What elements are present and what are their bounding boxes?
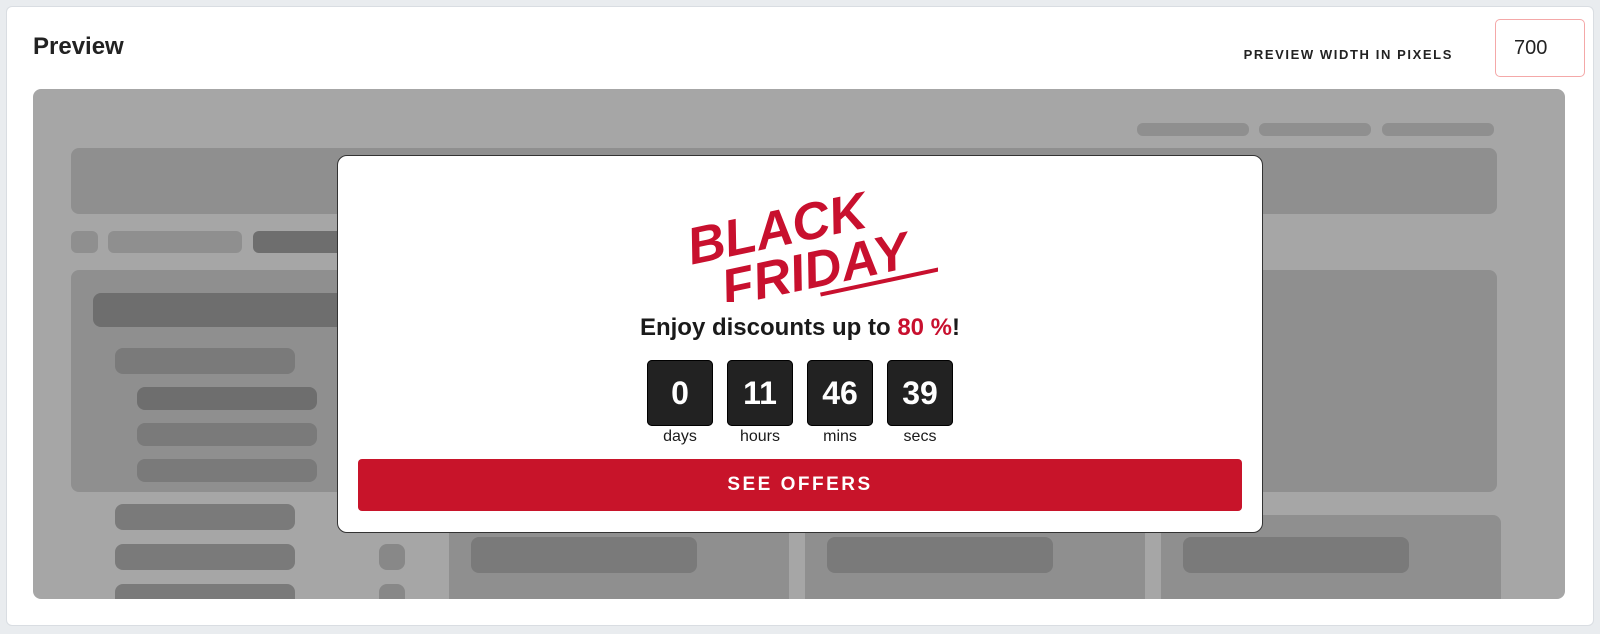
skeleton-sidebar-item bbox=[115, 584, 295, 599]
skeleton-sidebar-item bbox=[115, 348, 295, 374]
page-title: Preview bbox=[33, 33, 124, 60]
skeleton-nav-item bbox=[1137, 123, 1249, 136]
promo-popup: BLACK FRIDAY Enjoy discounts up to 80 %!… bbox=[337, 155, 1263, 533]
countdown-label: mins bbox=[823, 428, 857, 445]
countdown-days: 0 days bbox=[647, 360, 713, 446]
countdown-label: hours bbox=[739, 428, 781, 445]
see-offers-button[interactable]: SEE OFFERS bbox=[358, 459, 1242, 511]
preview-width-input[interactable] bbox=[1495, 19, 1585, 77]
skeleton-card-title bbox=[827, 537, 1053, 573]
countdown-label: days bbox=[663, 428, 697, 445]
skeleton-sidebar-item bbox=[137, 423, 317, 446]
skeleton-sidebar-item bbox=[115, 544, 295, 570]
skeleton-toggle bbox=[379, 544, 405, 570]
skeleton-toggle bbox=[379, 584, 405, 599]
countdown-value: 39 bbox=[887, 360, 953, 426]
skeleton-sidebar-title bbox=[93, 293, 353, 327]
countdown-label: secs bbox=[903, 428, 937, 445]
countdown-value: 46 bbox=[807, 360, 873, 426]
skeleton-tab bbox=[71, 231, 98, 253]
skeleton-sidebar-item bbox=[137, 459, 317, 482]
preview-canvas: BLACK FRIDAY Enjoy discounts up to 80 %!… bbox=[33, 89, 1565, 599]
skeleton-card-title bbox=[1183, 537, 1409, 573]
skeleton-tab bbox=[108, 231, 242, 253]
black-friday-logo: BLACK FRIDAY bbox=[682, 181, 938, 302]
promo-headline: Enjoy discounts up to 80 %! bbox=[338, 314, 1262, 342]
headline-prefix: Enjoy discounts up to bbox=[639, 314, 898, 341]
countdown-timer: 0 days 11 hours 46 mins 39 secs bbox=[338, 360, 1262, 446]
preview-width-label: PREVIEW WIDTH IN PIXELS bbox=[1243, 47, 1453, 62]
skeleton-sidebar-item bbox=[115, 504, 295, 530]
skeleton-card-title bbox=[471, 537, 697, 573]
skeleton-sidebar-item bbox=[137, 387, 317, 410]
countdown-value: 0 bbox=[647, 360, 713, 426]
countdown-value: 11 bbox=[727, 360, 793, 426]
countdown-mins: 46 mins bbox=[807, 360, 873, 446]
headline-discount: 80 % bbox=[897, 314, 953, 341]
skeleton-nav-item bbox=[1382, 123, 1494, 136]
preview-card: Preview PREVIEW WIDTH IN PIXELS 700 BLAC… bbox=[6, 6, 1594, 626]
skeleton-nav-item bbox=[1259, 123, 1371, 136]
countdown-secs: 39 secs bbox=[887, 360, 953, 446]
countdown-hours: 11 hours bbox=[727, 360, 793, 446]
headline-suffix: ! bbox=[952, 314, 961, 341]
